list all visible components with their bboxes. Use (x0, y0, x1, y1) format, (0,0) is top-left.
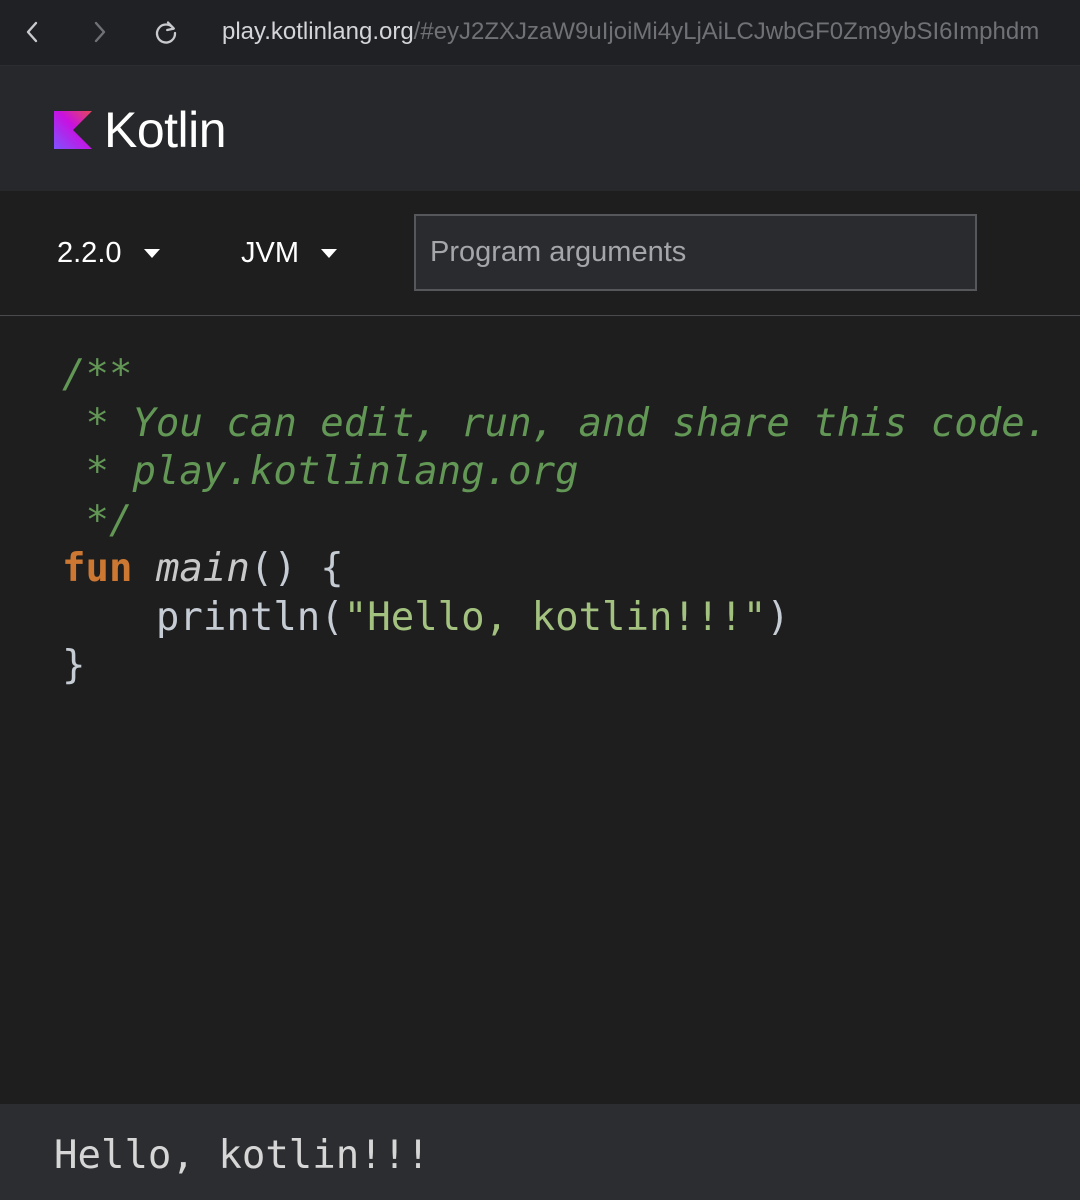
code-comment-line: * play.kotlinlang.org (62, 449, 579, 494)
code-call-close: ) (766, 594, 790, 640)
version-dropdown[interactable]: 2.2.0 (57, 233, 160, 273)
address-bar[interactable]: play.kotlinlang.org/#eyJ2ZXJzaW9uIjoiMi4… (222, 14, 1080, 50)
kotlin-logo[interactable]: Kotlin (54, 102, 227, 158)
code-comment-close: */ (62, 497, 133, 543)
code-keyword-fun: fun (62, 546, 133, 591)
url-path: /#eyJ2ZXJzaW9uIjoiMi4yLjAiLCJwbGF0Zm9ybS… (413, 18, 1040, 45)
reload-icon (155, 21, 177, 44)
site-header: Kotlin (0, 66, 1080, 191)
code-editor[interactable]: /** * You can edit, run, and share this … (0, 317, 1080, 1104)
code-closing-brace: } (62, 643, 86, 688)
forward-button[interactable] (80, 12, 120, 52)
code-comment-line: * You can edit, run, and share this code… (62, 400, 1049, 446)
browser-toolbar: play.kotlinlang.org/#eyJ2ZXJzaW9uIjoiMi4… (0, 0, 1080, 66)
caret-down-icon (143, 248, 160, 258)
target-platform-dropdown[interactable]: JVM (241, 233, 337, 273)
back-button[interactable] (12, 12, 52, 52)
chevron-left-icon (26, 21, 38, 43)
caret-down-icon (321, 248, 337, 258)
playground-toolbar: 2.2.0 JVM (0, 191, 1080, 316)
code-call-name: println( (155, 594, 344, 640)
output-text: Hello, kotlin!!! (54, 1133, 430, 1178)
code-content[interactable]: /** * You can edit, run, and share this … (62, 351, 1048, 691)
url-host: play.kotlinlang.org (222, 18, 414, 45)
code-comment-open: /** (62, 352, 133, 397)
logo-text: Kotlin (104, 102, 227, 158)
code-string-literal: "Hello, kotlin!!!" (343, 594, 767, 640)
code-function-name: main (155, 546, 250, 591)
chevron-right-icon (94, 21, 106, 43)
reload-button[interactable] (146, 12, 186, 52)
program-arguments-input[interactable] (414, 214, 977, 291)
code-signature-tail: () { (249, 546, 344, 591)
output-panel: Hello, kotlin!!! (0, 1104, 1080, 1200)
version-value: 2.2.0 (57, 236, 122, 269)
kotlin-logo-icon (54, 111, 92, 149)
target-value: JVM (241, 236, 299, 269)
